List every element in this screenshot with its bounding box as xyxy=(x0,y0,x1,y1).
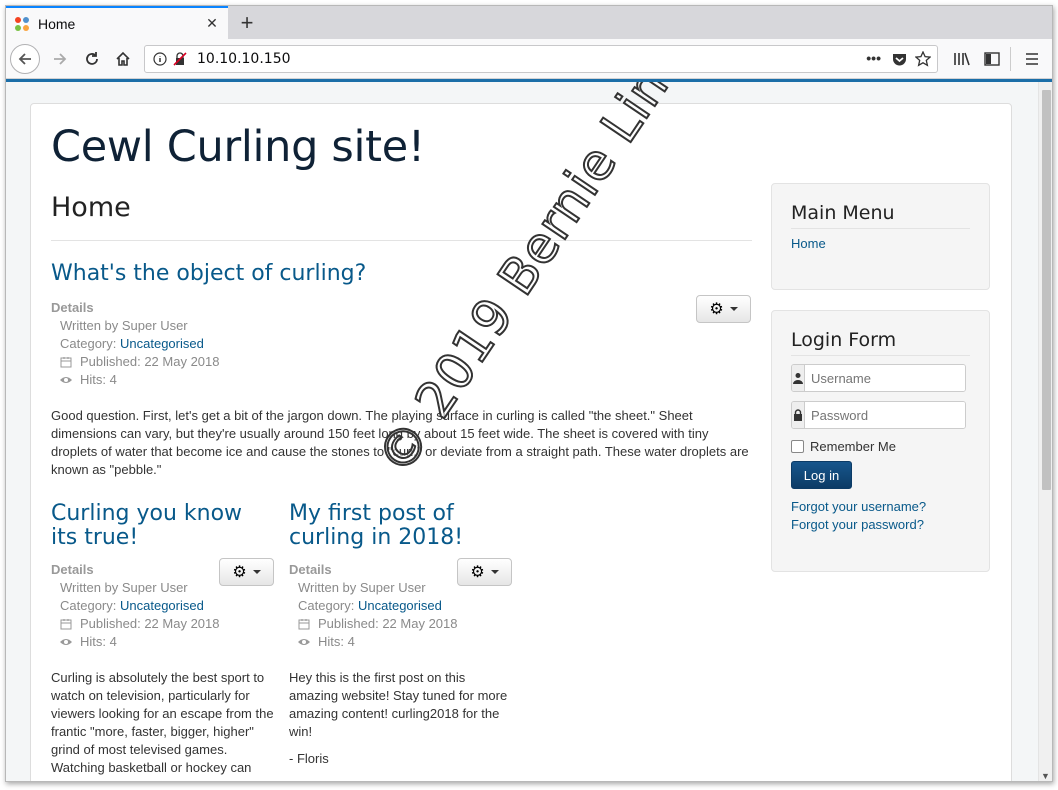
vertical-scrollbar[interactable]: ▼ xyxy=(1038,82,1052,781)
article-3-signature: - Floris xyxy=(289,751,329,766)
hamburger-menu-icon[interactable] xyxy=(1018,45,1046,73)
article-2-text: Curling is absolutely the best sport to … xyxy=(51,670,274,775)
scrollbar-thumb[interactable] xyxy=(1042,90,1051,490)
info-icon[interactable] xyxy=(153,52,167,66)
remember-me: Remember Me xyxy=(791,439,896,454)
login-button[interactable]: Log in xyxy=(791,461,852,489)
main-menu-module: Main Menu Home xyxy=(771,183,990,290)
eye-icon xyxy=(298,639,310,645)
hits: Hits: 4 xyxy=(318,634,355,649)
hits-row: Hits: 4 xyxy=(51,371,451,389)
insecure-lock-icon[interactable] xyxy=(173,52,187,66)
category-link[interactable]: Uncategorised xyxy=(358,597,442,615)
published-row: Published: 22 May 2018 xyxy=(289,615,509,633)
details-label: Details xyxy=(289,562,332,577)
category: Category: Uncategorised xyxy=(51,335,451,353)
sidebar-toggle-icon[interactable] xyxy=(978,45,1006,73)
url-bar[interactable]: 10.10.10.150 ••• xyxy=(144,45,938,73)
main-menu-title: Main Menu xyxy=(791,202,895,224)
published-row: Published: 22 May 2018 xyxy=(51,615,271,633)
author: Written by Super User xyxy=(60,580,188,595)
page-actions-icon[interactable]: ••• xyxy=(866,50,881,66)
caret-down-icon xyxy=(729,307,738,311)
divider xyxy=(791,355,970,356)
article-1-details: Details Written by Super User Category: … xyxy=(51,299,451,389)
forgot-password-link[interactable]: Forgot your password? xyxy=(791,517,924,532)
username-input[interactable] xyxy=(805,365,965,391)
tab-title: Home xyxy=(38,15,76,32)
bookmark-star-icon[interactable] xyxy=(915,51,931,67)
hits-row: Hits: 4 xyxy=(289,633,509,651)
url-text: 10.10.10.150 xyxy=(197,51,291,67)
category-link[interactable]: Uncategorised xyxy=(120,597,204,615)
remember-me-label: Remember Me xyxy=(810,439,896,454)
article-1-tools-button[interactable]: ⚙ xyxy=(696,295,751,323)
page-viewport: Cewl Curling site! Home What's the objec… xyxy=(6,82,1038,781)
author: Written by Super User xyxy=(60,318,188,333)
published-row: Published: 22 May 2018 xyxy=(51,353,451,371)
author: Written by Super User xyxy=(298,580,426,595)
nav-bar: 10.10.10.150 ••• xyxy=(6,39,1052,79)
password-field xyxy=(791,401,966,429)
divider xyxy=(791,228,970,229)
article-1-title[interactable]: What's the object of curling? xyxy=(51,262,366,286)
category: Category: Uncategorised xyxy=(289,597,509,615)
browser-window: Home ✕ + 10.10.10.150 ••• Cewl Curling s… xyxy=(5,5,1053,782)
toolbar-separator xyxy=(1010,47,1011,71)
menu-item-home[interactable]: Home xyxy=(791,236,826,251)
gear-icon: ⚙ xyxy=(709,301,724,318)
back-arrow-icon[interactable] xyxy=(10,44,40,74)
forward-arrow-icon[interactable] xyxy=(46,45,74,73)
username-field xyxy=(791,364,966,392)
tab-strip: Home ✕ + xyxy=(6,6,1052,39)
article-2-details: Details Written by Super User Category: … xyxy=(51,561,271,651)
eye-icon xyxy=(60,639,72,645)
category-label: Category: xyxy=(60,336,117,351)
pocket-icon[interactable] xyxy=(892,52,907,67)
page-body: Cewl Curling site! Home What's the objec… xyxy=(30,103,1012,781)
library-icon[interactable] xyxy=(948,45,976,73)
article-3-details: Details Written by Super User Category: … xyxy=(289,561,509,651)
article-2-title[interactable]: Curling you know its true! xyxy=(51,502,266,550)
divider xyxy=(51,240,752,241)
remember-me-checkbox[interactable] xyxy=(791,440,804,453)
article-3-text: Hey this is the first post on this amazi… xyxy=(289,670,508,739)
lock-icon xyxy=(792,402,805,428)
password-input[interactable] xyxy=(805,402,965,428)
login-form-title: Login Form xyxy=(791,329,897,351)
article-1-text: Good question. First, let's get a bit of… xyxy=(51,408,749,477)
category-label: Category: xyxy=(298,598,355,613)
category-label: Category: xyxy=(60,598,117,613)
calendar-icon xyxy=(60,619,72,630)
joomla-favicon-icon xyxy=(15,16,29,31)
home-icon[interactable] xyxy=(109,45,137,73)
published-date: Published: 22 May 2018 xyxy=(80,354,220,369)
login-form-module: Login Form Remember Me xyxy=(771,310,990,572)
forgot-username-link[interactable]: Forgot your username? xyxy=(791,499,926,514)
category-link[interactable]: Uncategorised xyxy=(120,335,204,353)
hits: Hits: 4 xyxy=(80,634,117,649)
site-title[interactable]: Cewl Curling site! xyxy=(51,122,425,172)
calendar-icon xyxy=(298,619,310,630)
user-icon xyxy=(792,365,805,391)
details-label: Details xyxy=(51,562,94,577)
tab-home[interactable]: Home ✕ xyxy=(6,6,228,39)
published-date: Published: 22 May 2018 xyxy=(80,616,220,631)
details-label: Details xyxy=(51,300,94,315)
hits-row: Hits: 4 xyxy=(51,633,271,651)
close-icon[interactable]: ✕ xyxy=(204,15,220,32)
reload-icon[interactable] xyxy=(78,45,106,73)
calendar-icon xyxy=(60,357,72,368)
page-heading: Home xyxy=(51,192,131,223)
eye-icon xyxy=(60,377,72,383)
hits: Hits: 4 xyxy=(80,372,117,387)
new-tab-icon[interactable]: + xyxy=(234,10,260,36)
scroll-down-icon[interactable]: ▼ xyxy=(1041,771,1050,781)
category: Category: Uncategorised xyxy=(51,597,271,615)
published-date: Published: 22 May 2018 xyxy=(318,616,458,631)
article-3-title[interactable]: My first post of curling in 2018! xyxy=(289,502,489,550)
